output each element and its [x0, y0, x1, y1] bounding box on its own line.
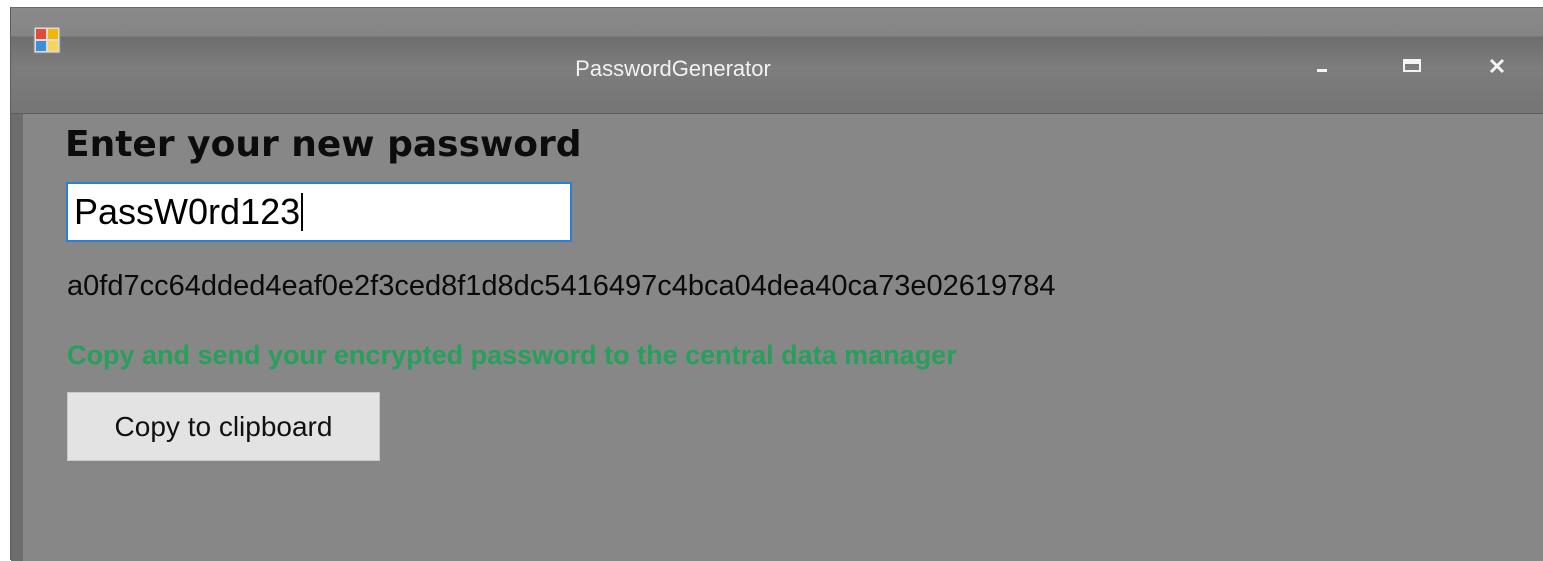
encrypted-password-output: a0fd7cc64dded4eaf0e2f3ced8f1d8dc5416497c… — [67, 270, 1056, 302]
maximize-icon — [1403, 59, 1421, 72]
password-input[interactable]: PassW0rd123 — [66, 182, 572, 242]
app-window-icon[interactable] — [33, 26, 61, 54]
copy-to-clipboard-button[interactable]: Copy to clipboard — [67, 392, 380, 461]
minimize-button[interactable] — [1299, 48, 1345, 84]
text-caret — [301, 193, 304, 231]
title-bar[interactable]: PasswordGenerator — [11, 8, 1543, 114]
maximize-button[interactable] — [1389, 48, 1435, 84]
instruction-label: Copy and send your encrypted password to… — [67, 340, 957, 370]
close-icon — [1489, 58, 1505, 74]
page-title: Enter your new password — [65, 124, 582, 165]
window-title: PasswordGenerator — [575, 56, 771, 81]
password-input-value: PassW0rd123 — [74, 191, 301, 232]
minimize-icon — [1317, 69, 1327, 72]
close-button[interactable] — [1474, 48, 1520, 84]
